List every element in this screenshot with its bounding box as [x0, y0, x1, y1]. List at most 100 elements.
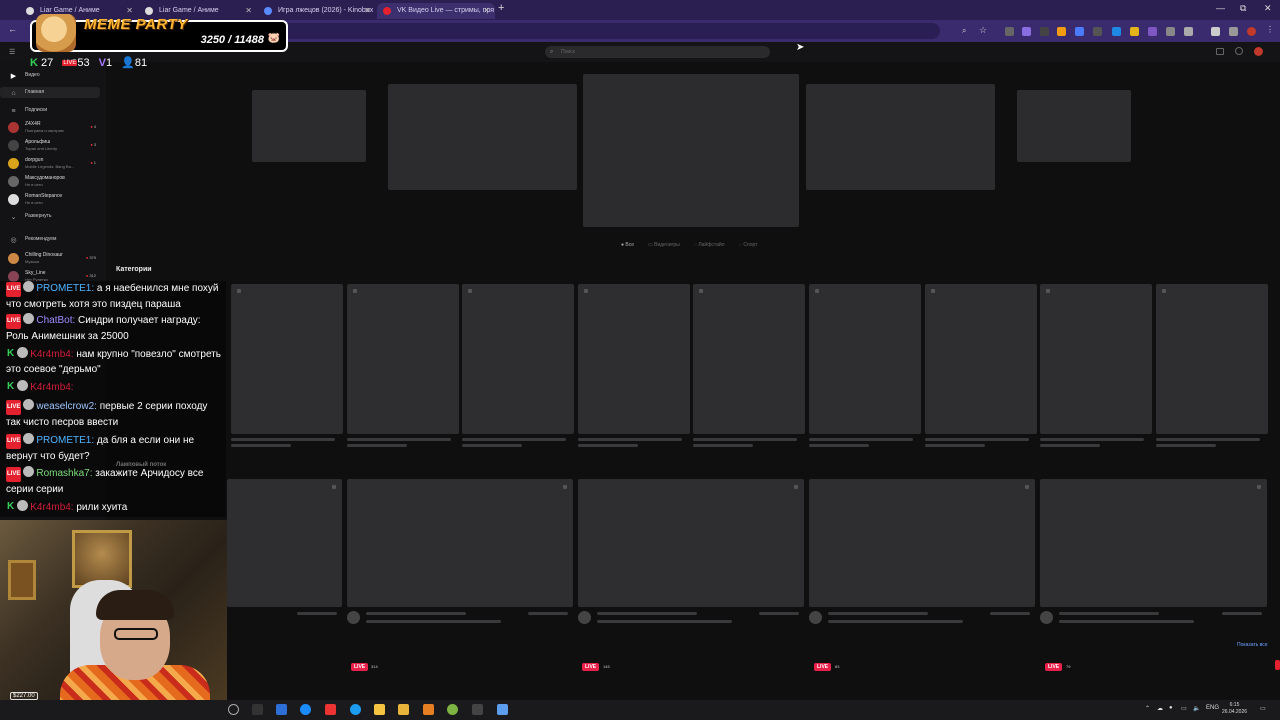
- sidebar-channel[interactable]: АрольфишТиран and Liberty 3: [0, 138, 100, 154]
- taskbar-app-icon[interactable]: [228, 704, 239, 715]
- chat-message: LIVE PROMETE1: а я наебенился мне похуй ч…: [6, 281, 224, 312]
- taskbar-app-icon[interactable]: [472, 704, 483, 715]
- taskbar-app-icon[interactable]: [276, 704, 287, 715]
- show-all-link[interactable]: Показать все: [1237, 642, 1268, 648]
- tab-close-icon[interactable]: ✕: [364, 3, 371, 19]
- category-card[interactable]: [1040, 284, 1153, 434]
- stream-card[interactable]: [809, 479, 1035, 607]
- sidebar-item-recommended[interactable]: ◎ Рекомендуем: [0, 236, 100, 245]
- filter-tab-sport[interactable]: ◌ Спорт: [739, 242, 757, 248]
- stream-card[interactable]: [347, 479, 573, 607]
- volume-icon[interactable]: 🔈: [1193, 705, 1200, 712]
- sidebar-channel[interactable]: dorpgunMobile Legends: Bang Ba... 1: [0, 156, 100, 172]
- streamer-avatar[interactable]: [1040, 611, 1053, 624]
- sidebar-item-subscriptions[interactable]: ≡ Подписки: [0, 105, 100, 116]
- sidebar-recommended-channel[interactable]: Chilling DinosaurМузыка 379: [0, 251, 100, 267]
- search-input[interactable]: ⌕ Поиск: [545, 46, 770, 58]
- filter-tab-all[interactable]: ● Все: [621, 242, 634, 248]
- browser-menu-icon[interactable]: ⋮: [1266, 25, 1274, 34]
- sidebar-expand[interactable]: ⌄ Развернуть: [0, 213, 100, 222]
- download-icon[interactable]: [1211, 27, 1220, 36]
- clock[interactable]: 6:15 26.04.2026: [1222, 702, 1247, 716]
- tab-close-icon[interactable]: ✕: [245, 3, 252, 19]
- filter-tab-lifestyle[interactable]: ◌ Лайфстайл: [694, 242, 725, 248]
- extension-icon[interactable]: [1093, 27, 1102, 36]
- category-card[interactable]: [924, 284, 1037, 434]
- user-avatar[interactable]: [1254, 47, 1263, 56]
- browser-tab-3[interactable]: Игра лжецов (2026) - Kinobox ✕: [258, 3, 376, 19]
- taskbar-app-icon[interactable]: [447, 704, 458, 715]
- streamer-avatar[interactable]: [578, 611, 591, 624]
- extension-icon[interactable]: [1166, 27, 1175, 36]
- taskbar-app-icon[interactable]: [252, 704, 263, 715]
- tray-icon[interactable]: ●: [1169, 705, 1173, 711]
- profile-avatar[interactable]: [1247, 27, 1256, 36]
- carousel-card-featured[interactable]: [583, 74, 799, 227]
- taskbar-app-icon[interactable]: [325, 704, 336, 715]
- carousel-card[interactable]: [1017, 90, 1131, 162]
- carousel-card[interactable]: [388, 84, 577, 190]
- extension-icon[interactable]: [1148, 27, 1157, 36]
- close-window-button[interactable]: ✕: [1264, 3, 1272, 14]
- extension-icon[interactable]: [1112, 27, 1121, 36]
- channel-status: Не в сети: [25, 200, 43, 205]
- category-card[interactable]: [809, 284, 921, 434]
- taskbar-app-icon[interactable]: [398, 704, 409, 715]
- sidebar-channel[interactable]: Z4X4RПоиграем и смотрим 4: [0, 120, 100, 136]
- carousel-card[interactable]: [252, 90, 366, 162]
- category-card[interactable]: [1155, 284, 1268, 434]
- extensions-puzzle-icon[interactable]: [1184, 27, 1193, 36]
- category-subtitle-skeleton: [693, 444, 754, 447]
- live-badge: LIVE: [814, 663, 832, 671]
- sidebar-channel[interactable]: Максудоманоров Не в сети: [0, 174, 100, 190]
- tab-close-icon[interactable]: ✕: [483, 3, 490, 19]
- streamer-avatar[interactable]: [347, 611, 360, 624]
- minimize-button[interactable]: —: [1216, 3, 1225, 13]
- taskbar-app-icon[interactable]: [497, 704, 508, 715]
- studio-icon[interactable]: [1216, 48, 1224, 55]
- network-icon[interactable]: ▭: [1181, 705, 1187, 712]
- notifications-icon[interactable]: ▭: [1260, 705, 1266, 712]
- back-arrow-icon[interactable]: ←: [8, 24, 17, 34]
- taskbar-app-icon[interactable]: [423, 704, 434, 715]
- stream-card[interactable]: [227, 479, 342, 607]
- category-card[interactable]: [231, 284, 343, 434]
- category-card[interactable]: [462, 284, 575, 434]
- extension-icon[interactable]: [1057, 27, 1066, 36]
- extension-icon[interactable]: [1130, 27, 1139, 36]
- new-tab-button[interactable]: +: [498, 2, 504, 14]
- taskbar-app-icon[interactable]: [300, 704, 311, 715]
- stream-card[interactable]: [578, 479, 804, 607]
- maximize-button[interactable]: ⧉: [1240, 3, 1246, 14]
- language-indicator[interactable]: ENG: [1206, 705, 1219, 711]
- sidebar-item-home[interactable]: ⌂ Главная: [0, 87, 100, 98]
- sidebar-channel[interactable]: RomanStepanov Не в сети: [0, 192, 100, 208]
- category-card[interactable]: [577, 284, 690, 434]
- sidebar-logo[interactable]: ▶ Видео: [0, 72, 100, 81]
- extension-icon[interactable]: [1005, 27, 1014, 36]
- menu-icon[interactable]: ☰: [9, 48, 15, 56]
- sidebar-toggle-icon[interactable]: [1229, 27, 1238, 36]
- category-subtitle-skeleton: [924, 444, 985, 447]
- notifications-icon[interactable]: [1235, 47, 1243, 55]
- filter-tab-games[interactable]: ▭ Видеоигры: [648, 242, 680, 248]
- tray-icon[interactable]: ☁: [1157, 705, 1163, 712]
- carousel-card[interactable]: [806, 84, 995, 190]
- viewer-count: 83: [835, 664, 840, 669]
- doge-icon: [36, 14, 76, 52]
- streamer-avatar[interactable]: [809, 611, 822, 624]
- bookmark-star-icon[interactable]: ☆: [979, 25, 987, 36]
- browser-tab-4[interactable]: VK Видео Live — стримы, пря ✕: [377, 3, 495, 19]
- taskbar-app-icon[interactable]: [350, 704, 361, 715]
- category-card[interactable]: [693, 284, 806, 434]
- taskbar-app-icon[interactable]: [374, 704, 385, 715]
- category-title-skeleton: [809, 438, 913, 441]
- extension-icon[interactable]: [1040, 27, 1049, 36]
- tray-chevron-icon[interactable]: ⌃: [1145, 705, 1150, 712]
- chat-avatar: [17, 380, 29, 391]
- extension-icon[interactable]: [1075, 27, 1084, 36]
- extension-icon[interactable]: [1022, 27, 1031, 36]
- stream-card[interactable]: [1040, 479, 1267, 607]
- zoom-icon[interactable]: ⌕: [962, 26, 966, 36]
- category-card[interactable]: [346, 284, 459, 434]
